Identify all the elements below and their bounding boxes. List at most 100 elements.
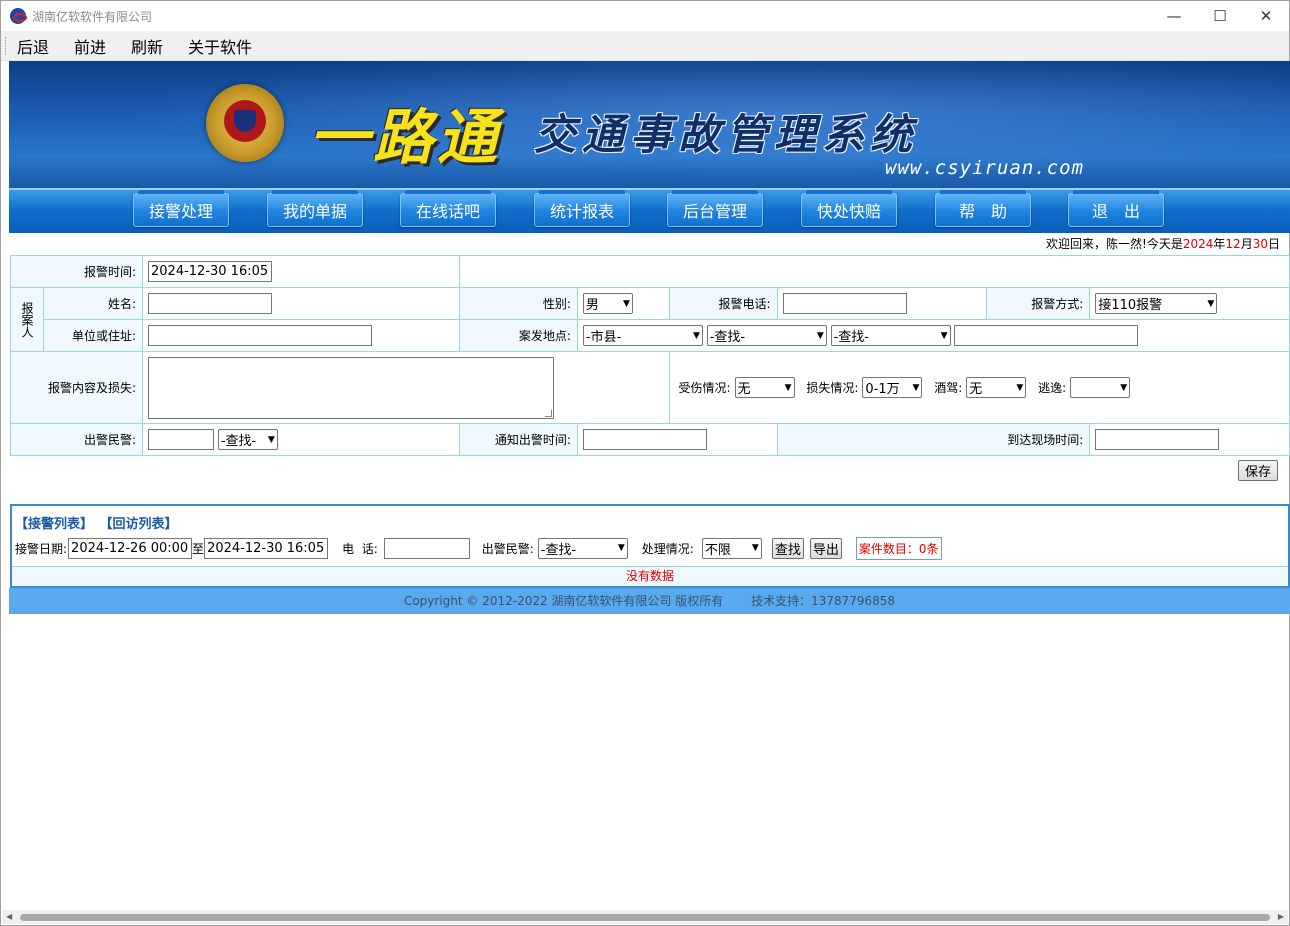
police-emblem-icon xyxy=(206,84,284,162)
export-button[interactable]: 导出 xyxy=(809,537,842,559)
unit-label: 单位或住址: xyxy=(43,319,143,352)
injury-select[interactable]: 无 ▼ xyxy=(734,377,795,398)
location-label: 案发地点: xyxy=(459,319,578,352)
menu-forward[interactable]: 前进 xyxy=(72,34,108,58)
location-detail-input[interactable] xyxy=(954,325,1139,346)
page-content: 一路通 交通事故管理系统 www.csyiruan.com 接警处理 我的单据 … xyxy=(9,61,1290,614)
window-title: 湖南亿软软件有限公司 xyxy=(32,9,153,24)
banner-title: 一路通 xyxy=(309,103,501,173)
gender-select[interactable]: 男 ▼ xyxy=(582,293,633,314)
phone-input[interactable] xyxy=(782,293,907,314)
content-textarea[interactable] xyxy=(148,356,554,419)
nav-help[interactable]: 帮 助 xyxy=(935,190,1031,227)
case-count: 案件数目：0条 xyxy=(855,536,942,560)
banner-subtitle: 交通事故管理系统 xyxy=(534,110,919,159)
unit-input[interactable] xyxy=(148,325,372,346)
filter-bar: 接警日期: 至 电 话: 出警民警: -查找-▼ 处理情况: 不限▼ 查找 导出… xyxy=(12,534,1288,562)
reporter-group-label: 报案人 xyxy=(10,287,44,352)
escape-select[interactable]: ▼ xyxy=(1070,377,1131,398)
list-police-select[interactable]: -查找- ▼ xyxy=(537,537,628,559)
alarm-form: 报警时间: 报案人 姓名: 性别: 男▼ 报警电话: 报警方式: 接110报警▼… xyxy=(10,255,1290,456)
injury-label: 受伤情况: xyxy=(678,381,731,395)
method-label: 报警方式: xyxy=(985,287,1091,320)
tab-alarm-list[interactable]: 【接警列表】 xyxy=(15,517,93,532)
scrollbar-thumb[interactable] xyxy=(20,914,1270,921)
menu-back[interactable]: 后退 xyxy=(15,34,51,58)
nav-alarm-handling[interactable]: 接警处理 xyxy=(133,190,229,227)
list-panel: 【接警列表】 【回访列表】 接警日期: 至 电 话: 出警民警: -查找-▼ 处… xyxy=(10,504,1290,588)
chevron-down-icon: ▼ xyxy=(1120,382,1128,393)
loss-label: 损失情况: xyxy=(806,381,859,395)
chevron-down-icon: ▼ xyxy=(267,434,275,445)
minimize-icon[interactable]: — xyxy=(1151,1,1197,31)
chevron-down-icon: ▼ xyxy=(784,382,792,393)
report-time-input[interactable] xyxy=(148,261,272,282)
banner-url: www.csyiruan.com xyxy=(885,157,1085,179)
search-button[interactable]: 查找 xyxy=(771,537,804,559)
copyright-text: Copyright © 2012-2022 湖南亿软软件有限公司 版权所有 xyxy=(403,594,724,608)
list-police-label: 出警民警: xyxy=(481,541,534,556)
police-input[interactable] xyxy=(148,429,214,450)
status-label: 处理情况: xyxy=(641,541,694,556)
menu-grip xyxy=(5,36,8,55)
drunk-label: 酒驾: xyxy=(934,381,963,395)
date-label: 接警日期: xyxy=(15,541,68,556)
city-select[interactable]: -市县- ▼ xyxy=(582,325,703,346)
nav-my-documents[interactable]: 我的单据 xyxy=(267,190,363,227)
date-from-input[interactable] xyxy=(68,537,193,559)
loss-select[interactable]: 0-1万 ▼ xyxy=(862,377,923,398)
chevron-down-icon: ▼ xyxy=(940,330,948,341)
list-phone-input[interactable] xyxy=(383,537,470,559)
chevron-down-icon: ▼ xyxy=(751,543,759,553)
date-to-label: 至 xyxy=(192,541,205,556)
chevron-down-icon: ▼ xyxy=(617,543,625,553)
nav-admin[interactable]: 后台管理 xyxy=(667,190,763,227)
chevron-down-icon: ▼ xyxy=(816,330,824,341)
list-phone-label: 电 话: xyxy=(342,541,378,556)
method-select[interactable]: 接110报警 ▼ xyxy=(1095,293,1218,314)
main-nav: 接警处理 我的单据 在线话吧 统计报表 后台管理 快处快赔 帮 助 退 出 xyxy=(9,188,1290,233)
arrive-time-input[interactable] xyxy=(1095,429,1220,450)
district-select[interactable]: -查找- ▼ xyxy=(706,325,827,346)
notify-time-input[interactable] xyxy=(582,429,707,450)
street-select[interactable]: -查找- ▼ xyxy=(830,325,951,346)
save-row: 保存 xyxy=(9,456,1290,494)
chevron-down-icon: ▼ xyxy=(912,382,920,393)
app-logo-icon xyxy=(10,8,27,24)
police-find-select[interactable]: -查找- ▼ xyxy=(217,429,278,450)
nav-online-call[interactable]: 在线话吧 xyxy=(400,190,496,227)
gender-label: 性别: xyxy=(459,287,578,320)
nav-statistics[interactable]: 统计报表 xyxy=(534,190,630,227)
nav-logout[interactable]: 退 出 xyxy=(1068,190,1164,227)
drunk-select[interactable]: 无 ▼ xyxy=(966,377,1027,398)
banner: 一路通 交通事故管理系统 www.csyiruan.com xyxy=(9,61,1290,188)
police-label: 出警民警: xyxy=(10,423,143,456)
title-bar: 湖南亿软软件有限公司 — ☐ ✕ xyxy=(1,1,1289,31)
welcome-text: 欢迎回来，陈一然!今天是2024年12月30日 xyxy=(1046,237,1280,251)
escape-label: 逃逸: xyxy=(1038,381,1067,395)
status-select[interactable]: 不限 ▼ xyxy=(701,537,762,559)
menu-about[interactable]: 关于软件 xyxy=(186,34,254,58)
horizontal-scrollbar[interactable]: ◀ ▶ xyxy=(2,910,1288,924)
nav-quick-claim[interactable]: 快处快赔 xyxy=(801,190,897,227)
tab-followup-list[interactable]: 【回访列表】 xyxy=(100,517,178,532)
name-input[interactable] xyxy=(148,293,272,314)
menu-refresh[interactable]: 刷新 xyxy=(129,34,165,58)
scroll-right-icon[interactable]: ▶ xyxy=(1278,912,1284,921)
window-controls: — ☐ ✕ xyxy=(1151,1,1289,31)
chevron-down-icon: ▼ xyxy=(622,298,630,309)
close-icon[interactable]: ✕ xyxy=(1243,1,1289,31)
date-to-input[interactable] xyxy=(204,537,329,559)
app-window: 湖南亿软软件有限公司 — ☐ ✕ 后退 前进 刷新 关于软件 一路通 交通事故管… xyxy=(0,0,1290,926)
report-time-label: 报警时间: xyxy=(10,255,143,288)
no-data-message: 没有数据 xyxy=(12,566,1288,586)
maximize-icon[interactable]: ☐ xyxy=(1197,1,1243,31)
chevron-down-icon: ▼ xyxy=(1016,382,1024,393)
save-button[interactable]: 保存 xyxy=(1237,460,1278,481)
support-text: 技术支持：13787796858 xyxy=(751,594,896,608)
chevron-down-icon: ▼ xyxy=(1207,298,1215,309)
content-label: 报警内容及损失: xyxy=(10,351,143,424)
scroll-left-icon[interactable]: ◀ xyxy=(6,912,12,921)
menu-bar: 后退 前进 刷新 关于软件 xyxy=(1,31,1289,61)
name-label: 姓名: xyxy=(43,287,143,320)
